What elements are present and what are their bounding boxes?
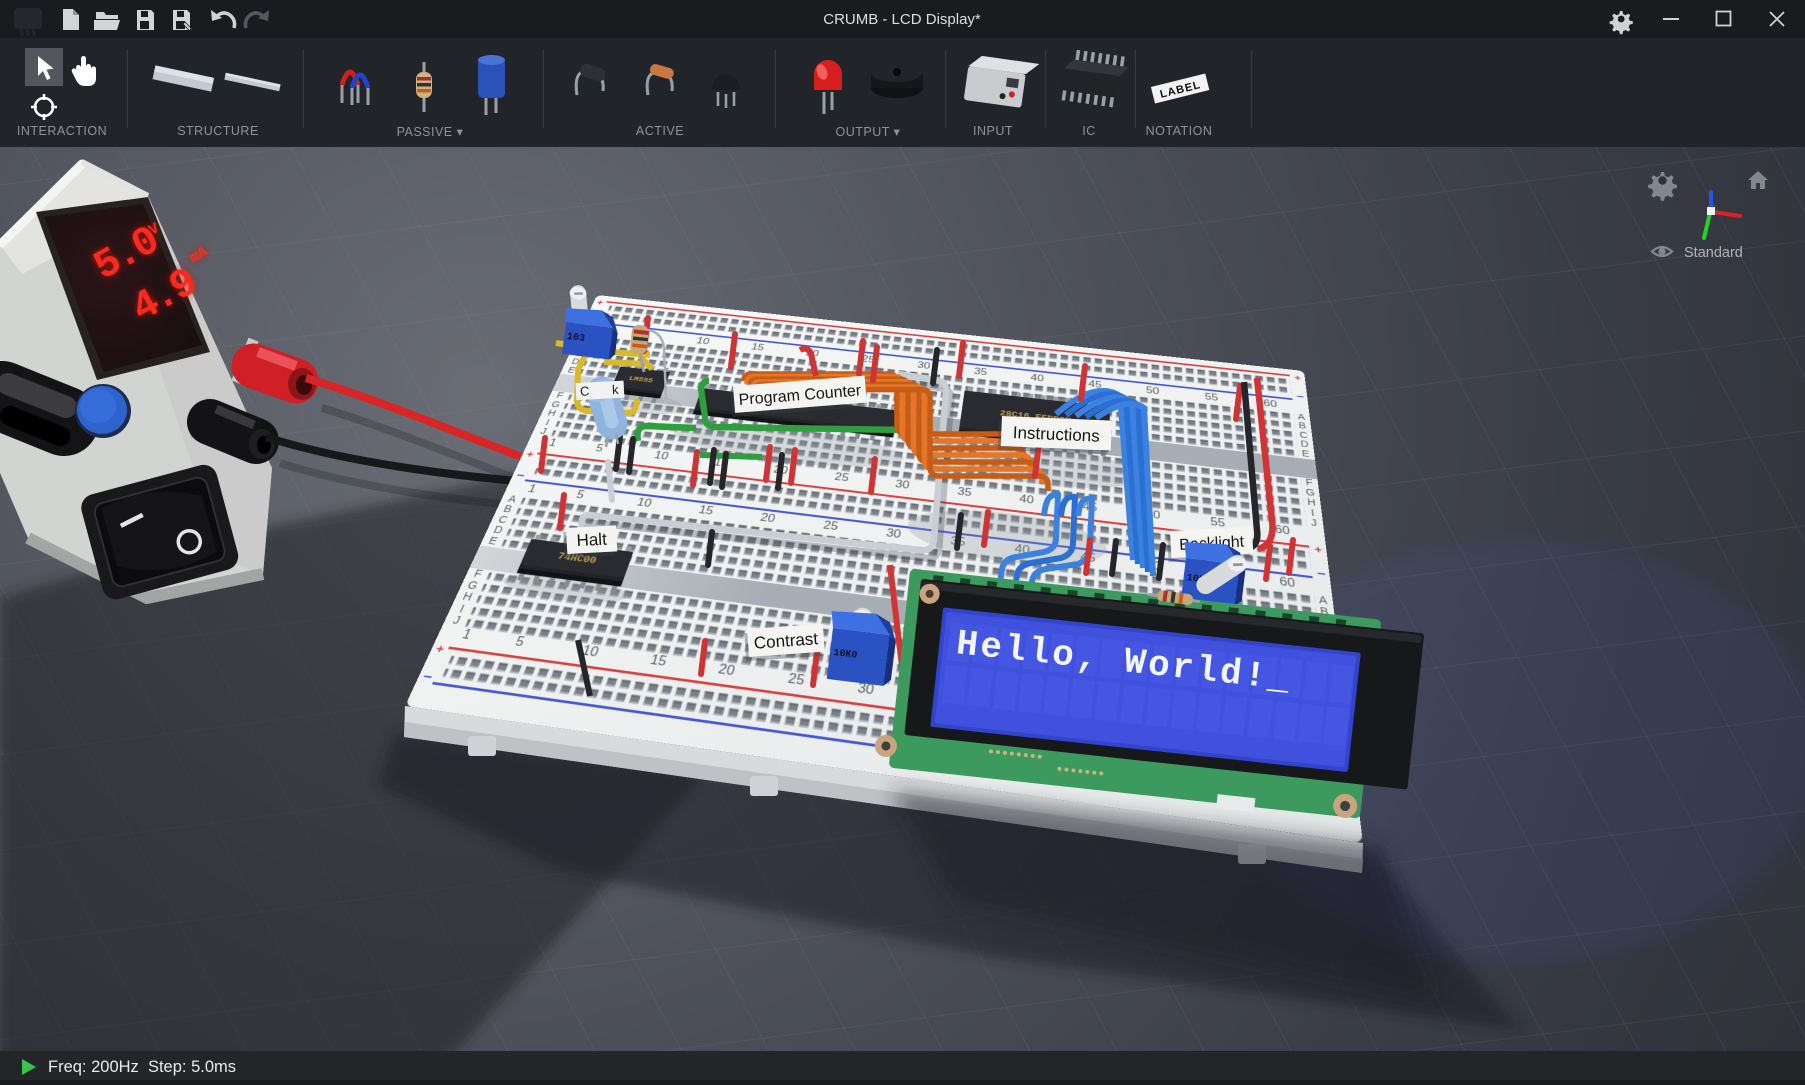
- svg-text:k: k: [612, 382, 620, 397]
- svg-text:Standard: Standard: [1684, 245, 1743, 261]
- svg-text:CRUMB - LCD Display*: CRUMB - LCD Display*: [823, 11, 981, 28]
- svg-text:Freq: 200Hz Step: 5.0ms: Freq: 200Hz Step: 5.0ms: [48, 1058, 236, 1076]
- svg-text:Halt: Halt: [576, 530, 607, 551]
- svg-text:103: 103: [566, 332, 585, 345]
- svg-text:Instructions: Instructions: [1012, 423, 1100, 446]
- svg-text:C: C: [580, 383, 590, 398]
